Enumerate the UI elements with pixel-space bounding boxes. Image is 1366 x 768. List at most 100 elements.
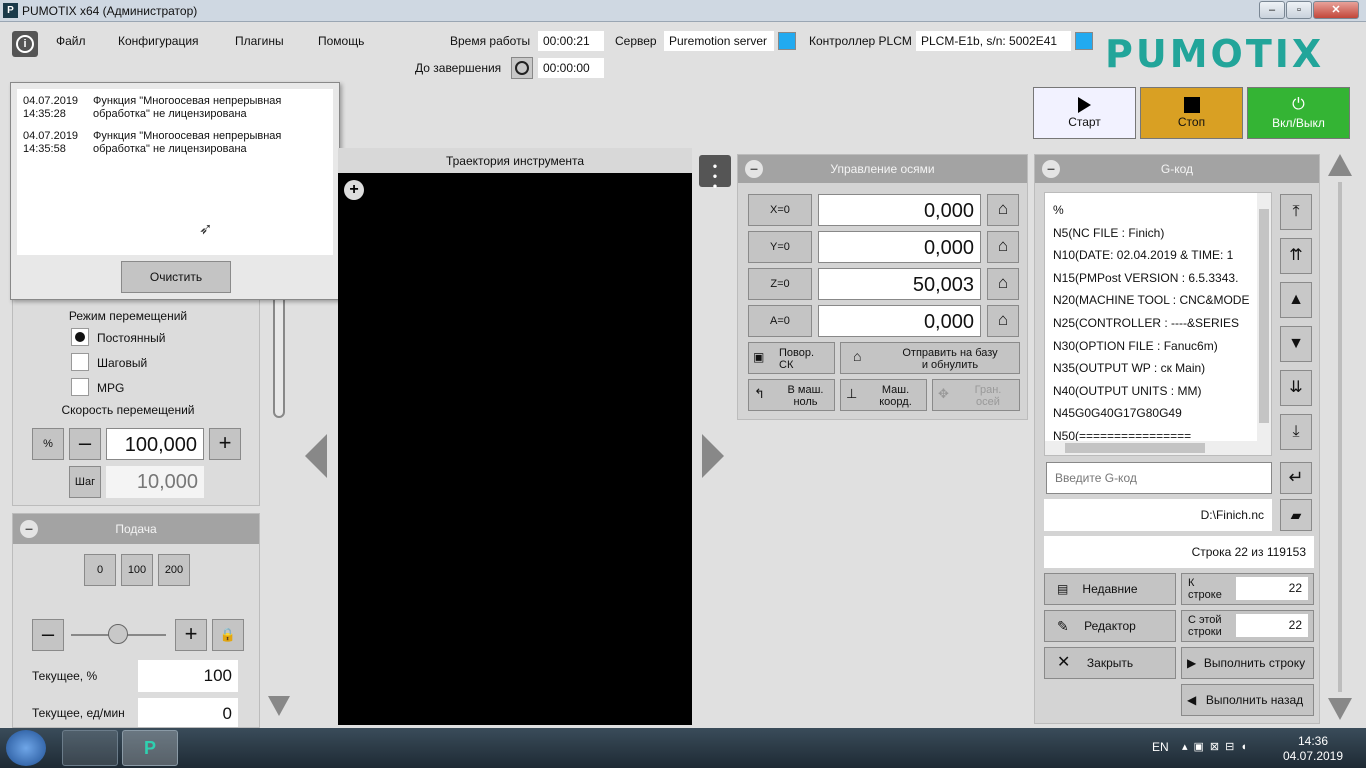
- machine-zero-button[interactable]: ↰ В маш. ноль: [748, 379, 835, 411]
- axis-zero-button[interactable]: X=0: [748, 194, 812, 226]
- feed-200-button[interactable]: 200: [158, 554, 190, 586]
- feed-minus-button[interactable]: –: [32, 619, 64, 651]
- editor-button[interactable]: ✎ Редактор: [1044, 610, 1176, 642]
- tray-icons[interactable]: ▴▣⊠⊟◖: [1182, 740, 1253, 753]
- power-button[interactable]: ⏻ Вкл/Выкл: [1247, 87, 1350, 139]
- right-scroll-track[interactable]: [1338, 182, 1342, 692]
- remaining-value: 00:00:00: [538, 58, 604, 78]
- speed-minus-button[interactable]: –: [69, 428, 101, 460]
- mode-const-radio[interactable]: [71, 328, 89, 346]
- gcode-line[interactable]: %: [1053, 199, 1271, 222]
- menu-file[interactable]: Файл: [56, 34, 86, 48]
- from-line-input[interactable]: 22: [1236, 614, 1308, 637]
- gcode-panel: G-код – % N5(NC FILE : Finich) N10(DATE: 0…: [1034, 154, 1320, 724]
- gcode-nav-button[interactable]: ⤒: [1280, 194, 1312, 230]
- gcode-hscroll-thumb[interactable]: [1065, 443, 1205, 453]
- maximize-button[interactable]: ▫: [1286, 1, 1312, 19]
- speed-plus-button[interactable]: +: [209, 428, 241, 460]
- axis-zero-button[interactable]: Z=0: [748, 268, 812, 300]
- axes-header: Управление осями: [738, 155, 1027, 183]
- machine-coord-label: Маш.: [881, 384, 910, 396]
- start-button[interactable]: Старт: [1033, 87, 1136, 139]
- stop-button[interactable]: Стоп: [1140, 87, 1243, 139]
- feed-collapse-button[interactable]: –: [20, 520, 38, 538]
- gcode-enter-button[interactable]: ↵: [1280, 462, 1312, 494]
- gcode-nav-button[interactable]: ⇊: [1280, 370, 1312, 406]
- title-bar: P PUMOTIX x64 (Администратор) – ▫ ✕: [0, 0, 1366, 22]
- axis-limits-button[interactable]: ✥ Гран. осей: [932, 379, 1020, 411]
- scroll-down-icon[interactable]: [268, 696, 290, 716]
- gcode-hscroll[interactable]: [1045, 441, 1271, 455]
- close-file-button[interactable]: ✕ Закрыть: [1044, 647, 1176, 679]
- collapse-left-icon[interactable]: [305, 434, 327, 478]
- gcode-collapse-button[interactable]: –: [1042, 160, 1060, 178]
- gcode-line[interactable]: N40(OUTPUT UNITS : MM): [1053, 380, 1271, 403]
- feed-lock-button[interactable]: 🔒: [212, 619, 244, 651]
- taskbar-app-explorer[interactable]: [62, 730, 118, 766]
- gcode-nav-button[interactable]: ⇈: [1280, 238, 1312, 274]
- gcode-nav-button[interactable]: ▲: [1280, 282, 1312, 318]
- zoom-in-icon[interactable]: +: [344, 180, 364, 200]
- recent-button[interactable]: ▤ Недавние: [1044, 573, 1176, 605]
- feed-slider-thumb[interactable]: [108, 624, 128, 644]
- language-indicator[interactable]: EN: [1152, 740, 1169, 754]
- start-menu-button[interactable]: [6, 730, 46, 766]
- mode-step-radio[interactable]: [71, 353, 89, 371]
- gcode-vscroll[interactable]: [1257, 193, 1271, 441]
- axis-home-button[interactable]: ⌂: [987, 231, 1019, 263]
- run-line-button[interactable]: ▶ Выполнить строку: [1181, 647, 1314, 679]
- gcode-line[interactable]: N30(OPTION FILE : Fanuc6m): [1053, 335, 1271, 358]
- machine-coord-button[interactable]: ⊥ Маш. коорд.: [840, 379, 927, 411]
- server-value: Puremotion server: [664, 31, 774, 51]
- gcode-line[interactable]: N5(NC FILE : Finich): [1053, 222, 1271, 245]
- gcode-listing[interactable]: % N5(NC FILE : Finich) N10(DATE: 02.04.201…: [1044, 192, 1272, 456]
- step-button[interactable]: Шаг: [69, 466, 101, 498]
- current-units-label: Текущее, ед/мин: [32, 706, 125, 720]
- menu-help[interactable]: Помощь: [318, 34, 364, 48]
- axis-home-button[interactable]: ⌂: [987, 268, 1019, 300]
- trajectory-view[interactable]: +: [338, 173, 692, 725]
- speed-input[interactable]: 100,000: [106, 428, 204, 460]
- gcode-nav-button[interactable]: ▼: [1280, 326, 1312, 362]
- open-file-button[interactable]: ▰: [1280, 499, 1312, 531]
- gcode-vscroll-thumb[interactable]: [1259, 209, 1269, 423]
- gcode-line[interactable]: N25(CONTROLLER : ----&SERIES: [1053, 312, 1271, 335]
- axes-collapse-button[interactable]: –: [745, 160, 763, 178]
- info-button[interactable]: i: [12, 31, 38, 57]
- gcode-nav-button[interactable]: ⤓: [1280, 414, 1312, 450]
- remaining-clock-button[interactable]: [511, 57, 533, 79]
- gcode-line[interactable]: N15(PMPost VERSION : 6.5.3343.: [1053, 267, 1271, 290]
- scroll-down-icon[interactable]: [1328, 698, 1352, 720]
- mode-mpg-radio[interactable]: [71, 378, 89, 396]
- speed-percent-button[interactable]: %: [32, 428, 64, 460]
- feed-100-button[interactable]: 100: [121, 554, 153, 586]
- axis-home-button[interactable]: ⌂: [987, 305, 1019, 337]
- clock-icon: [515, 61, 529, 75]
- axis-home-button[interactable]: ⌂: [987, 194, 1019, 226]
- goto-line-input[interactable]: 22: [1236, 577, 1308, 600]
- minimize-button[interactable]: –: [1259, 1, 1285, 19]
- feed-plus-button[interactable]: +: [175, 619, 207, 651]
- axis-zero-button[interactable]: A=0: [748, 305, 812, 337]
- gcode-line[interactable]: N10(DATE: 02.04.2019 & TIME: 1: [1053, 244, 1271, 267]
- machine-zero-icon: ↰: [754, 386, 765, 401]
- step-input[interactable]: 10,000: [106, 466, 204, 498]
- send-home-zero-button[interactable]: ⌂ Отправить на базу и обнулить: [840, 342, 1020, 374]
- rotate-cs-button[interactable]: ▣ Повор. СК: [748, 342, 835, 374]
- expand-right-icon[interactable]: [702, 434, 724, 478]
- clock[interactable]: 14:36 04.07.2019: [1278, 734, 1348, 764]
- feed-0-button[interactable]: 0: [84, 554, 116, 586]
- gcode-input[interactable]: Введите G-код: [1046, 462, 1272, 494]
- run-back-button[interactable]: ◀ Выполнить назад: [1181, 684, 1314, 716]
- scroll-up-icon[interactable]: [1328, 154, 1352, 176]
- gcode-line[interactable]: N35(OUTPUT WP : ск Main): [1053, 357, 1271, 380]
- clear-button[interactable]: Очистить: [121, 261, 231, 293]
- menu-plugins[interactable]: Плагины: [235, 34, 284, 48]
- close-button[interactable]: ✕: [1313, 1, 1359, 19]
- trajectory-menu-button[interactable]: • • •: [699, 155, 731, 192]
- gcode-line[interactable]: N45G0G40G17G80G49: [1053, 402, 1271, 425]
- axis-zero-button[interactable]: Y=0: [748, 231, 812, 263]
- menu-config[interactable]: Конфигурация: [118, 34, 199, 48]
- gcode-line[interactable]: N20(MACHINE TOOL : CNC&MODE: [1053, 289, 1271, 312]
- taskbar-app-pumotix[interactable]: P: [122, 730, 178, 766]
